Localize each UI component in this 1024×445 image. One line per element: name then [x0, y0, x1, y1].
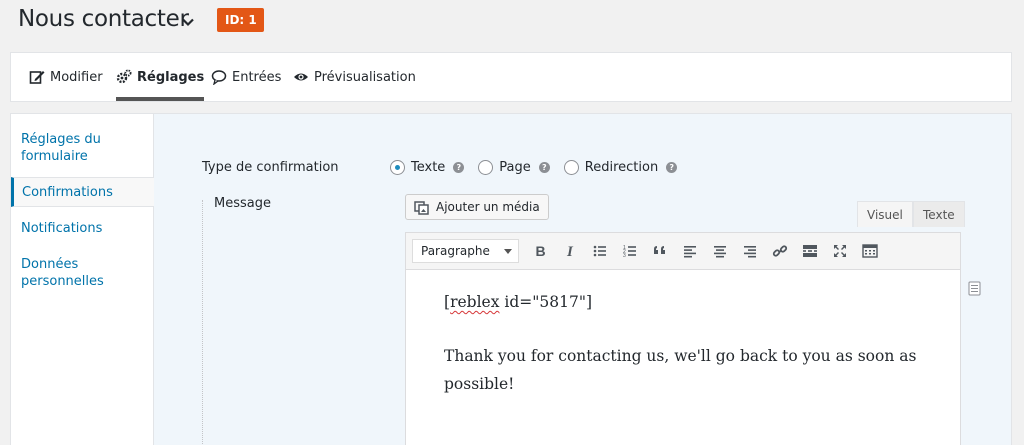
shortcode-rest: id="5817"]	[499, 293, 592, 311]
sidebar-item-reglages-formulaire[interactable]: Réglages du formulaire	[11, 131, 154, 165]
editor-toolbar: Paragraphe B I 123	[405, 232, 961, 270]
format-select[interactable]: Paragraphe	[412, 239, 519, 263]
bold-icon: B	[536, 243, 546, 259]
radio-texte[interactable]	[390, 160, 405, 175]
align-center-icon	[714, 246, 726, 258]
sidebar-item-label: Réglages du	[21, 132, 101, 147]
toolbar-toggle-icon	[862, 244, 878, 258]
sidebar-item-label: Données	[21, 257, 79, 272]
add-media-label: Ajouter un média	[436, 200, 540, 214]
blockquote-icon	[654, 246, 665, 254]
italic-button[interactable]: I	[555, 237, 585, 265]
toolbar-toggle-button[interactable]	[855, 237, 885, 265]
form-toolbar: Modifier Réglages Entrées Prévisualisati…	[10, 52, 1012, 102]
message-label: Message	[214, 196, 271, 211]
settings-panel: Réglages du formulaire Confirmations Not…	[10, 113, 1012, 445]
svg-text:3: 3	[623, 253, 626, 259]
tab-reglages[interactable]: Réglages	[116, 53, 205, 101]
fullscreen-icon	[834, 245, 846, 257]
sidebar-item-label: Notifications	[21, 221, 103, 236]
radio-option-page[interactable]: Page ?	[478, 160, 550, 175]
tab-modifier-label: Modifier	[50, 69, 103, 85]
edit-icon	[29, 71, 45, 84]
add-media-button[interactable]: Ajouter un média	[405, 194, 549, 220]
help-icon[interactable]: ?	[538, 162, 550, 173]
link-icon	[772, 245, 788, 257]
comment-icon	[211, 70, 227, 85]
fullscreen-button[interactable]	[825, 237, 855, 265]
tab-entrees-label: Entrées	[232, 69, 282, 85]
field-divider	[202, 200, 203, 445]
confirmation-type-radios: Texte ? Page ? Redirection ?	[390, 160, 678, 175]
bulleted-list-icon	[593, 245, 606, 257]
sidebar-item-label: personnelles	[21, 274, 104, 289]
dropdown-arrow-icon	[504, 248, 512, 254]
tab-reglages-label: Réglages	[137, 69, 205, 85]
radio-label: Texte	[411, 160, 446, 175]
align-left-icon	[684, 246, 696, 258]
tab-previsualisation[interactable]: Prévisualisation	[293, 53, 416, 101]
link-button[interactable]	[765, 237, 795, 265]
radio-option-redirection[interactable]: Redirection ?	[563, 160, 678, 175]
numbered-list-icon: 123	[623, 245, 636, 259]
help-icon[interactable]: ?	[666, 162, 678, 173]
sidebar-item-donnees-personnelles[interactable]: Données personnelles	[11, 256, 154, 290]
form-id-badge: ID: 1	[217, 8, 264, 32]
document-icon[interactable]	[968, 281, 981, 296]
bold-button[interactable]: B	[525, 237, 555, 265]
gears-icon	[116, 69, 132, 84]
tab-entrees[interactable]: Entrées	[211, 53, 281, 101]
shortcode-line: [reblex id="5817"]	[444, 288, 922, 316]
sidebar-item-label: formulaire	[21, 149, 88, 164]
align-right-icon	[744, 246, 756, 258]
radio-page[interactable]	[478, 160, 494, 175]
help-icon[interactable]: ?	[453, 162, 465, 173]
media-icon	[414, 201, 429, 215]
tab-modifier[interactable]: Modifier	[29, 53, 103, 101]
settings-sidebar: Réglages du formulaire Confirmations Not…	[11, 114, 154, 445]
blockquote-button[interactable]	[645, 237, 675, 265]
read-more-button[interactable]	[795, 237, 825, 265]
editor-content[interactable]: [reblex id="5817"] Thank you for contact…	[405, 270, 961, 445]
sidebar-item-notifications[interactable]: Notifications	[11, 220, 154, 237]
radio-option-texte[interactable]: Texte ?	[390, 160, 465, 175]
read-more-icon	[803, 245, 817, 257]
confirmation-type-label: Type de confirmation	[202, 160, 339, 175]
align-left-button[interactable]	[675, 237, 705, 265]
bulleted-list-button[interactable]	[585, 237, 615, 265]
sidebar-item-confirmations[interactable]: Confirmations	[11, 177, 154, 207]
settings-content: Type de confirmation Texte ? Page ? Redi…	[154, 114, 1011, 445]
align-right-button[interactable]	[735, 237, 765, 265]
radio-label: Redirection	[584, 160, 659, 175]
sidebar-item-label: Confirmations	[22, 185, 113, 200]
eye-icon	[294, 73, 308, 81]
misspelled-word: reblex	[450, 293, 500, 311]
tab-previsualisation-label: Prévisualisation	[314, 69, 416, 85]
svg-text:I: I	[566, 244, 574, 259]
radio-redirection[interactable]	[563, 160, 579, 175]
italic-icon: I	[566, 244, 574, 259]
numbered-list-button[interactable]: 123	[615, 237, 645, 265]
chevron-down-icon[interactable]	[180, 14, 196, 30]
svg-text:B: B	[536, 243, 546, 259]
confirmation-paragraph: Thank you for contacting us, we'll go ba…	[444, 347, 917, 393]
radio-label: Page	[499, 160, 531, 175]
tab-visuel[interactable]: Visuel	[857, 201, 913, 227]
page-title: Nous contacter	[18, 6, 189, 32]
tab-texte[interactable]: Texte	[913, 201, 965, 227]
align-center-button[interactable]	[705, 237, 735, 265]
format-select-value: Paragraphe	[421, 244, 490, 258]
